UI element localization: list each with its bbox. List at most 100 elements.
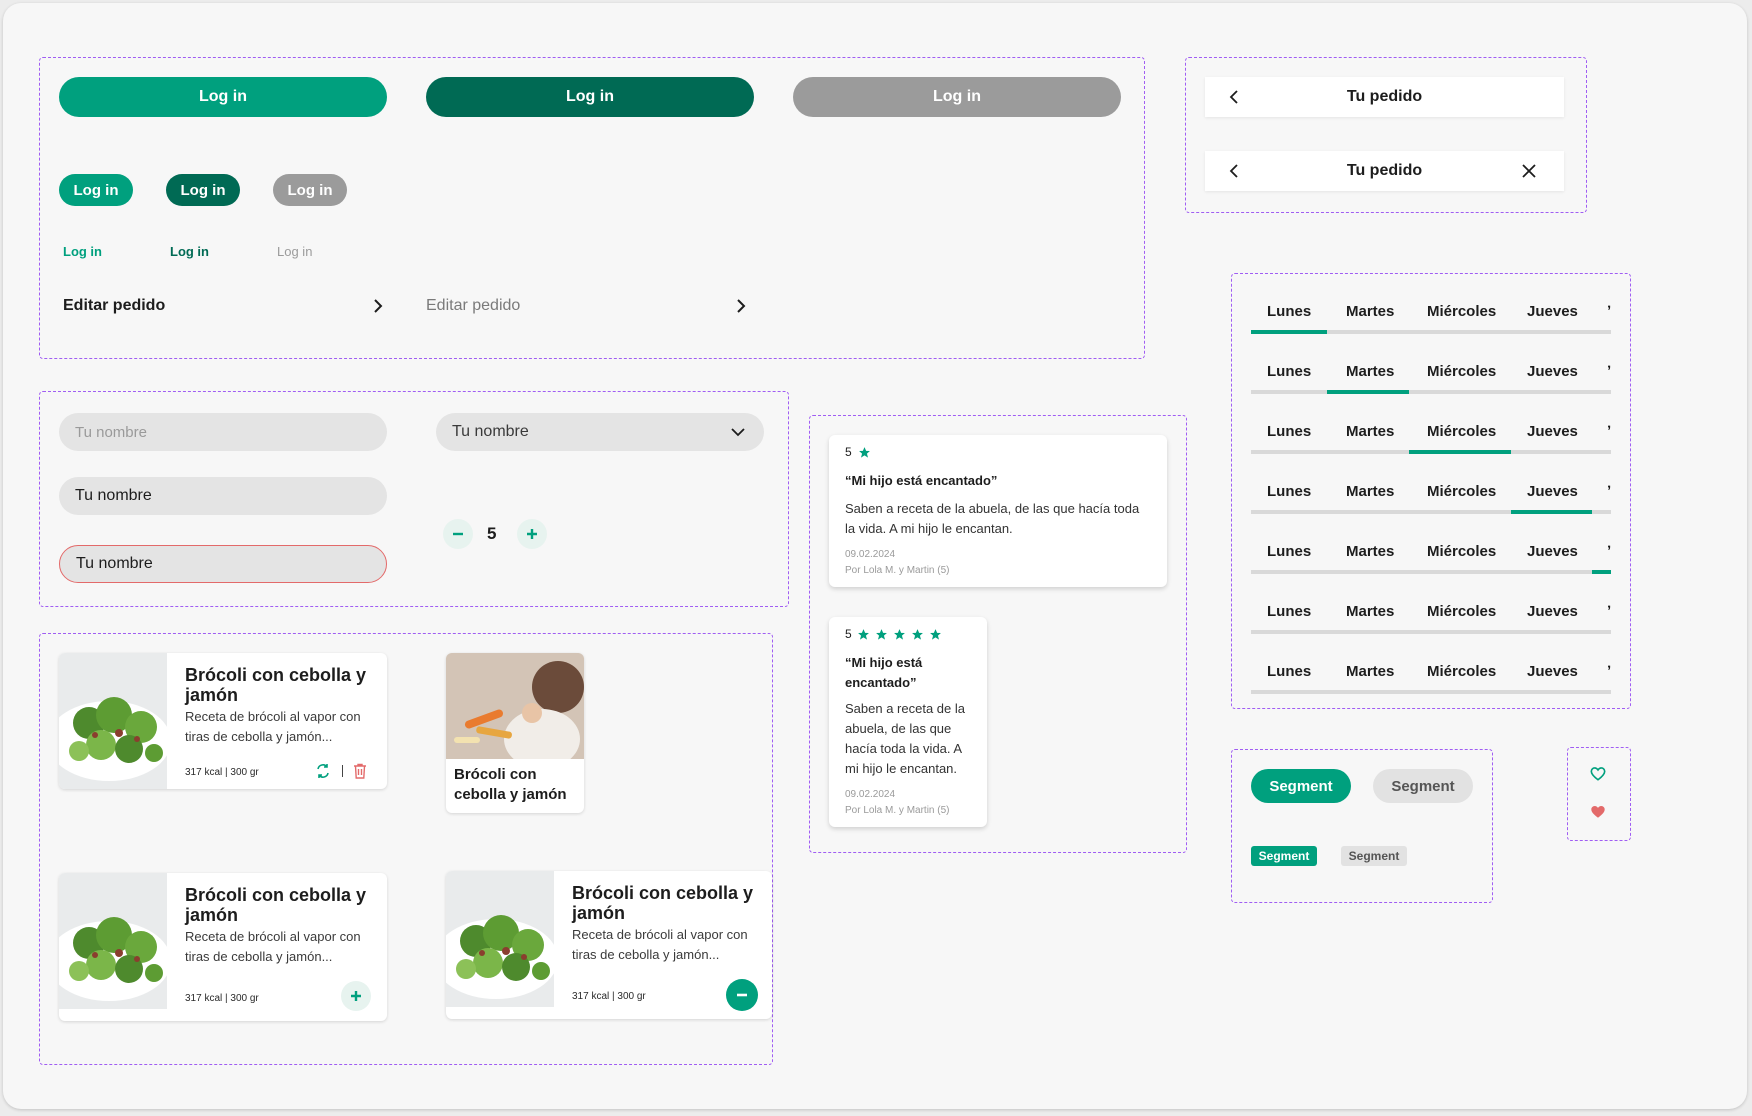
name-input-filled[interactable]: Tu nombre bbox=[59, 477, 387, 515]
tab-martes[interactable]: Martes bbox=[1346, 663, 1394, 680]
trash-icon[interactable] bbox=[353, 763, 367, 779]
stepper-plus-button[interactable] bbox=[517, 519, 547, 549]
edit-order-label-disabled: Editar pedido bbox=[426, 297, 521, 314]
recipe-title: Brócoli con cebolla y jamón bbox=[185, 885, 367, 925]
chevron-down-icon bbox=[731, 428, 745, 437]
tab-miércoles[interactable]: Miércoles bbox=[1427, 363, 1496, 380]
recipe-title: Brócoli con cebolla y jamón bbox=[572, 883, 754, 923]
tab-jueves[interactable]: Jueves bbox=[1527, 543, 1578, 560]
tab-miércoles[interactable]: Miércoles bbox=[1427, 663, 1496, 680]
tab-jueves[interactable]: Jueves bbox=[1527, 483, 1578, 500]
tab-jueves[interactable]: Jueves bbox=[1527, 663, 1578, 680]
chevron-left-icon[interactable] bbox=[1225, 162, 1243, 180]
recipe-image bbox=[446, 871, 554, 1007]
tab-lunes[interactable]: Lunes bbox=[1267, 303, 1311, 320]
recipe-meta: 317 kcal | 300 gr bbox=[572, 991, 646, 1002]
name-input-error[interactable]: Tu nombre bbox=[59, 545, 387, 583]
tab-martes[interactable]: Martes bbox=[1346, 543, 1394, 560]
favorite-group bbox=[1567, 747, 1631, 841]
tab-miércoles[interactable]: Miércoles bbox=[1427, 483, 1496, 500]
edit-order-link-disabled[interactable]: Editar pedido bbox=[426, 295, 748, 317]
star-icon bbox=[858, 446, 870, 458]
day-tab-bar: Lunes Martes Miércoles Jueves ʼ bbox=[1251, 483, 1612, 514]
login-button-large-disabled[interactable]: Log in bbox=[793, 77, 1121, 117]
recipe-card-add[interactable]: Brócoli con cebolla y jamón Receta de br… bbox=[59, 873, 387, 1021]
tab-lunes[interactable]: Lunes bbox=[1267, 663, 1311, 680]
tab-jueves[interactable]: Jueves bbox=[1527, 363, 1578, 380]
recipe-mini-card[interactable]: Brócoli con cebolla y jamón bbox=[446, 653, 584, 813]
login-button-small-dark[interactable]: Log in bbox=[166, 174, 240, 206]
recipe-mini-title: Brócoli con cebolla y jamón bbox=[454, 766, 567, 803]
name-select[interactable]: Tu nombre bbox=[436, 413, 764, 451]
swap-icon[interactable] bbox=[315, 763, 331, 779]
recipe-title: Brócoli con cebolla y jamón bbox=[185, 665, 367, 705]
segment-large-active[interactable]: Segment bbox=[1251, 769, 1351, 803]
canvas: Log in Log in Log in Log in Log in Log i… bbox=[3, 3, 1747, 1109]
tab-lunes[interactable]: Lunes bbox=[1267, 603, 1311, 620]
login-button-small-primary[interactable]: Log in bbox=[59, 174, 133, 206]
order-header-back-close: Tu pedido bbox=[1205, 151, 1564, 191]
review-card-wide: 5 “Mi hijo está encantado” Saben a recet… bbox=[829, 435, 1167, 587]
login-link-primary[interactable]: Log in bbox=[63, 244, 102, 259]
segment-small-active[interactable]: Segment bbox=[1251, 846, 1317, 866]
tab-overflow-hint: ʼ bbox=[1607, 543, 1612, 560]
recipe-description: Receta de brócoli al vapor con tiras de … bbox=[185, 929, 361, 964]
segment-large-inactive[interactable]: Segment bbox=[1373, 769, 1473, 803]
tab-miércoles[interactable]: Miércoles bbox=[1427, 603, 1496, 620]
recipe-card-edit[interactable]: Brócoli con cebolla y jamón Receta de br… bbox=[59, 653, 387, 789]
recipe-meta: 317 kcal | 300 gr bbox=[185, 767, 259, 778]
tab-miércoles[interactable]: Miércoles bbox=[1427, 303, 1496, 320]
tab-martes[interactable]: Martes bbox=[1346, 423, 1394, 440]
login-link-dark[interactable]: Log in bbox=[170, 244, 209, 259]
name-input-filled-text: Tu nombre bbox=[75, 487, 152, 504]
edit-order-link[interactable]: Editar pedido bbox=[63, 295, 385, 317]
recipe-mini-image bbox=[446, 653, 584, 759]
tab-martes[interactable]: Martes bbox=[1346, 303, 1394, 320]
star-icon bbox=[929, 628, 941, 640]
recipe-card-remove[interactable]: Brócoli con cebolla y jamón Receta de br… bbox=[446, 871, 772, 1019]
tab-jueves[interactable]: Jueves bbox=[1527, 603, 1578, 620]
segment-small-inactive[interactable]: Segment bbox=[1341, 846, 1407, 866]
tab-active-indicator bbox=[1251, 330, 1327, 334]
add-recipe-button[interactable] bbox=[341, 981, 371, 1011]
tab-jueves[interactable]: Jueves bbox=[1527, 303, 1578, 320]
name-input-error-text: Tu nombre bbox=[76, 555, 153, 572]
tab-active-indicator bbox=[1592, 570, 1611, 574]
recipe-description: Receta de brócoli al vapor con tiras de … bbox=[185, 709, 361, 744]
minus-icon bbox=[453, 532, 463, 536]
review-rating: 5 bbox=[845, 627, 852, 641]
tab-martes[interactable]: Martes bbox=[1346, 603, 1394, 620]
tab-jueves[interactable]: Jueves bbox=[1527, 423, 1578, 440]
star-icon bbox=[875, 628, 887, 640]
tab-overflow-hint: ʼ bbox=[1607, 363, 1612, 380]
tab-martes[interactable]: Martes bbox=[1346, 363, 1394, 380]
login-button-large-primary[interactable]: Log in bbox=[59, 77, 387, 117]
close-icon[interactable] bbox=[1520, 162, 1538, 180]
star-icon bbox=[911, 628, 923, 640]
day-tab-bar: Lunes Martes Miércoles Jueves ʼ bbox=[1251, 543, 1612, 574]
heart-filled-icon[interactable] bbox=[1590, 805, 1606, 819]
tab-miércoles[interactable]: Miércoles bbox=[1427, 543, 1496, 560]
remove-recipe-button[interactable] bbox=[726, 979, 758, 1011]
chevron-left-icon[interactable] bbox=[1225, 88, 1243, 106]
tab-lunes[interactable]: Lunes bbox=[1267, 363, 1311, 380]
tab-lunes[interactable]: Lunes bbox=[1267, 543, 1311, 560]
heart-outline-icon[interactable] bbox=[1590, 767, 1606, 781]
review-author: Por Lola M. y Martin (5) bbox=[845, 565, 950, 576]
tab-track bbox=[1251, 690, 1611, 694]
tab-overflow-hint: ʼ bbox=[1607, 603, 1612, 620]
login-button-small-disabled[interactable]: Log in bbox=[273, 174, 347, 206]
order-header-title: Tu pedido bbox=[1346, 88, 1423, 105]
plus-icon bbox=[351, 991, 361, 1001]
name-input-placeholder[interactable]: Tu nombre bbox=[59, 413, 387, 451]
tab-lunes[interactable]: Lunes bbox=[1267, 423, 1311, 440]
tab-overflow-hint: ʼ bbox=[1607, 663, 1612, 680]
tab-overflow-hint: ʼ bbox=[1607, 483, 1612, 500]
login-button-large-dark[interactable]: Log in bbox=[426, 77, 754, 117]
review-date: 09.02.2024 bbox=[845, 789, 896, 800]
tab-miércoles[interactable]: Miércoles bbox=[1427, 423, 1496, 440]
login-link-disabled[interactable]: Log in bbox=[277, 244, 312, 259]
tab-martes[interactable]: Martes bbox=[1346, 483, 1394, 500]
stepper-minus-button[interactable] bbox=[443, 519, 473, 549]
tab-lunes[interactable]: Lunes bbox=[1267, 483, 1311, 500]
